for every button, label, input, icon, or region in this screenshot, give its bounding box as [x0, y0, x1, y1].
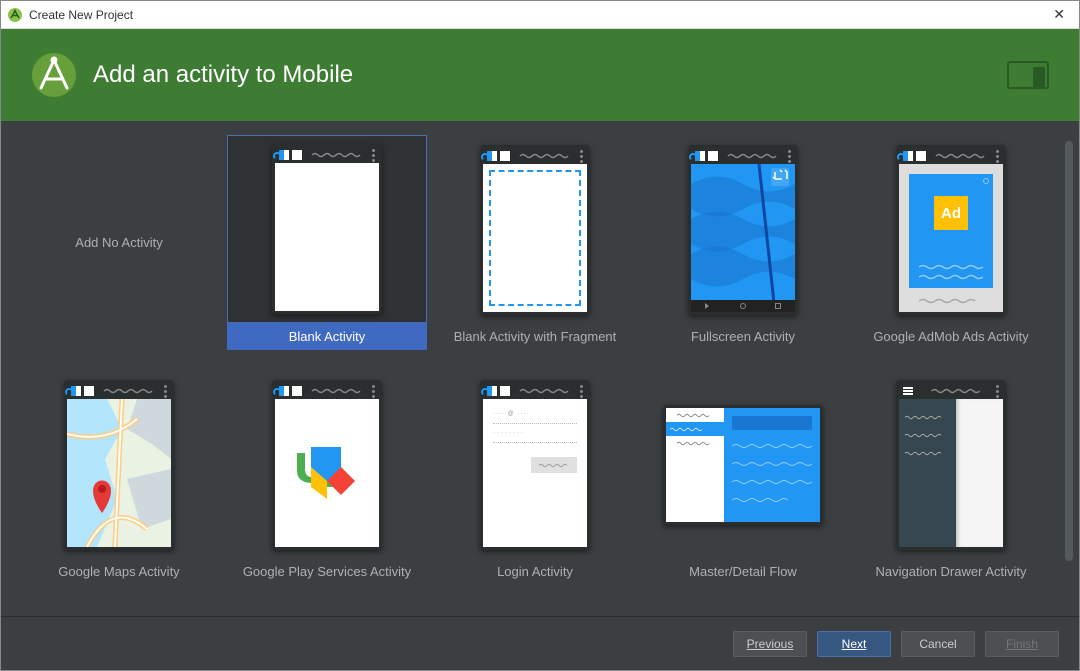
activity-option-play-services[interactable]: Google Play Services Activity [227, 370, 427, 585]
activity-label: Master/Detail Flow [689, 564, 797, 579]
wizard-footer: Previous Next Cancel Finish [1, 616, 1079, 670]
content-area: Add No Activity Bl [1, 121, 1079, 616]
previous-button[interactable]: Previous [733, 631, 807, 657]
titlebar: Create New Project ✕ [1, 1, 1079, 29]
activity-option-master-detail[interactable]: Master/Detail Flow [643, 370, 843, 585]
activity-thumbnail [435, 135, 635, 325]
activity-option-login[interactable]: ···· @ ···· ········ Login Activity [435, 370, 635, 585]
finish-button: Finish [985, 631, 1059, 657]
activity-thumbnail [227, 135, 427, 323]
activity-thumbnail [19, 370, 219, 560]
activity-option-none[interactable]: Add No Activity [19, 135, 219, 350]
activity-label: Blank Activity with Fragment [454, 329, 617, 344]
activity-label: Fullscreen Activity [691, 329, 795, 344]
activity-thumbnail: Ad [851, 135, 1051, 325]
activity-thumbnail [643, 370, 843, 560]
activity-label: Navigation Drawer Activity [876, 564, 1027, 579]
activity-grid-scroll: Add No Activity Bl [19, 135, 1061, 602]
activity-option-blank-fragment[interactable]: Blank Activity with Fragment [435, 135, 635, 350]
activity-option-nav-drawer[interactable]: Navigation Drawer Activity [851, 370, 1051, 585]
window-title: Create New Project [29, 8, 1045, 22]
activity-thumbnail: ···· @ ···· ········ [435, 370, 635, 560]
header-title: Add an activity to Mobile [93, 61, 1007, 89]
vertical-scrollbar[interactable] [1065, 141, 1073, 561]
activity-label: Google Maps Activity [58, 564, 179, 579]
activity-label: Login Activity [497, 564, 573, 579]
activity-thumbnail [227, 370, 427, 560]
dialog-window: Create New Project ✕ Add an activity to … [0, 0, 1080, 671]
next-button[interactable]: Next [817, 631, 891, 657]
close-button[interactable]: ✕ [1045, 6, 1073, 23]
activity-option-maps[interactable]: Google Maps Activity [19, 370, 219, 585]
activity-option-fullscreen[interactable]: Fullscreen Activity [643, 135, 843, 350]
activity-label: Google AdMob Ads Activity [873, 329, 1028, 344]
activity-label: Google Play Services Activity [243, 564, 411, 579]
device-icon [1007, 61, 1049, 89]
activity-option-admob[interactable]: Ad Google AdMob Ads Activity [851, 135, 1051, 350]
activity-label: Blank Activity [227, 323, 427, 350]
activity-thumbnail [643, 135, 843, 325]
activity-grid: Add No Activity Bl [19, 135, 1047, 585]
activity-thumbnail [851, 370, 1051, 560]
cancel-button[interactable]: Cancel [901, 631, 975, 657]
wizard-header: Add an activity to Mobile [1, 29, 1079, 121]
android-studio-logo [31, 52, 77, 98]
activity-label: Add No Activity [75, 235, 162, 250]
activity-option-blank[interactable]: Blank Activity [227, 135, 427, 350]
android-studio-icon [7, 7, 23, 23]
